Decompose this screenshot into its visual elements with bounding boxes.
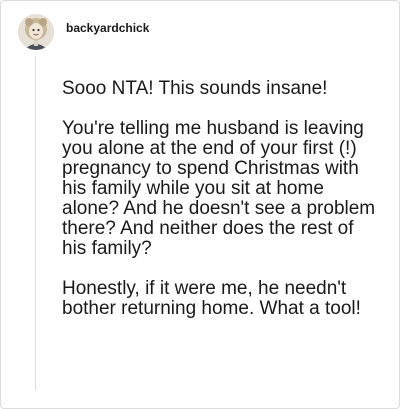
comment-card: backyardchick Sooo NTA! This sounds insa… <box>0 0 400 409</box>
comment-header: backyardchick <box>18 14 149 50</box>
profile-avatar-icon <box>18 14 54 50</box>
comment-body: Sooo NTA! This sounds insane! You're tel… <box>62 79 382 339</box>
username-link[interactable]: backyardchick <box>66 21 149 35</box>
thread-line <box>35 56 36 390</box>
comment-paragraph: Sooo NTA! This sounds insane! <box>62 78 328 99</box>
avatar[interactable] <box>18 14 54 50</box>
comment-paragraph: You're telling me husband is leaving you… <box>62 118 376 259</box>
comment-paragraph: Honestly, if it were me, he needn't both… <box>62 278 361 319</box>
